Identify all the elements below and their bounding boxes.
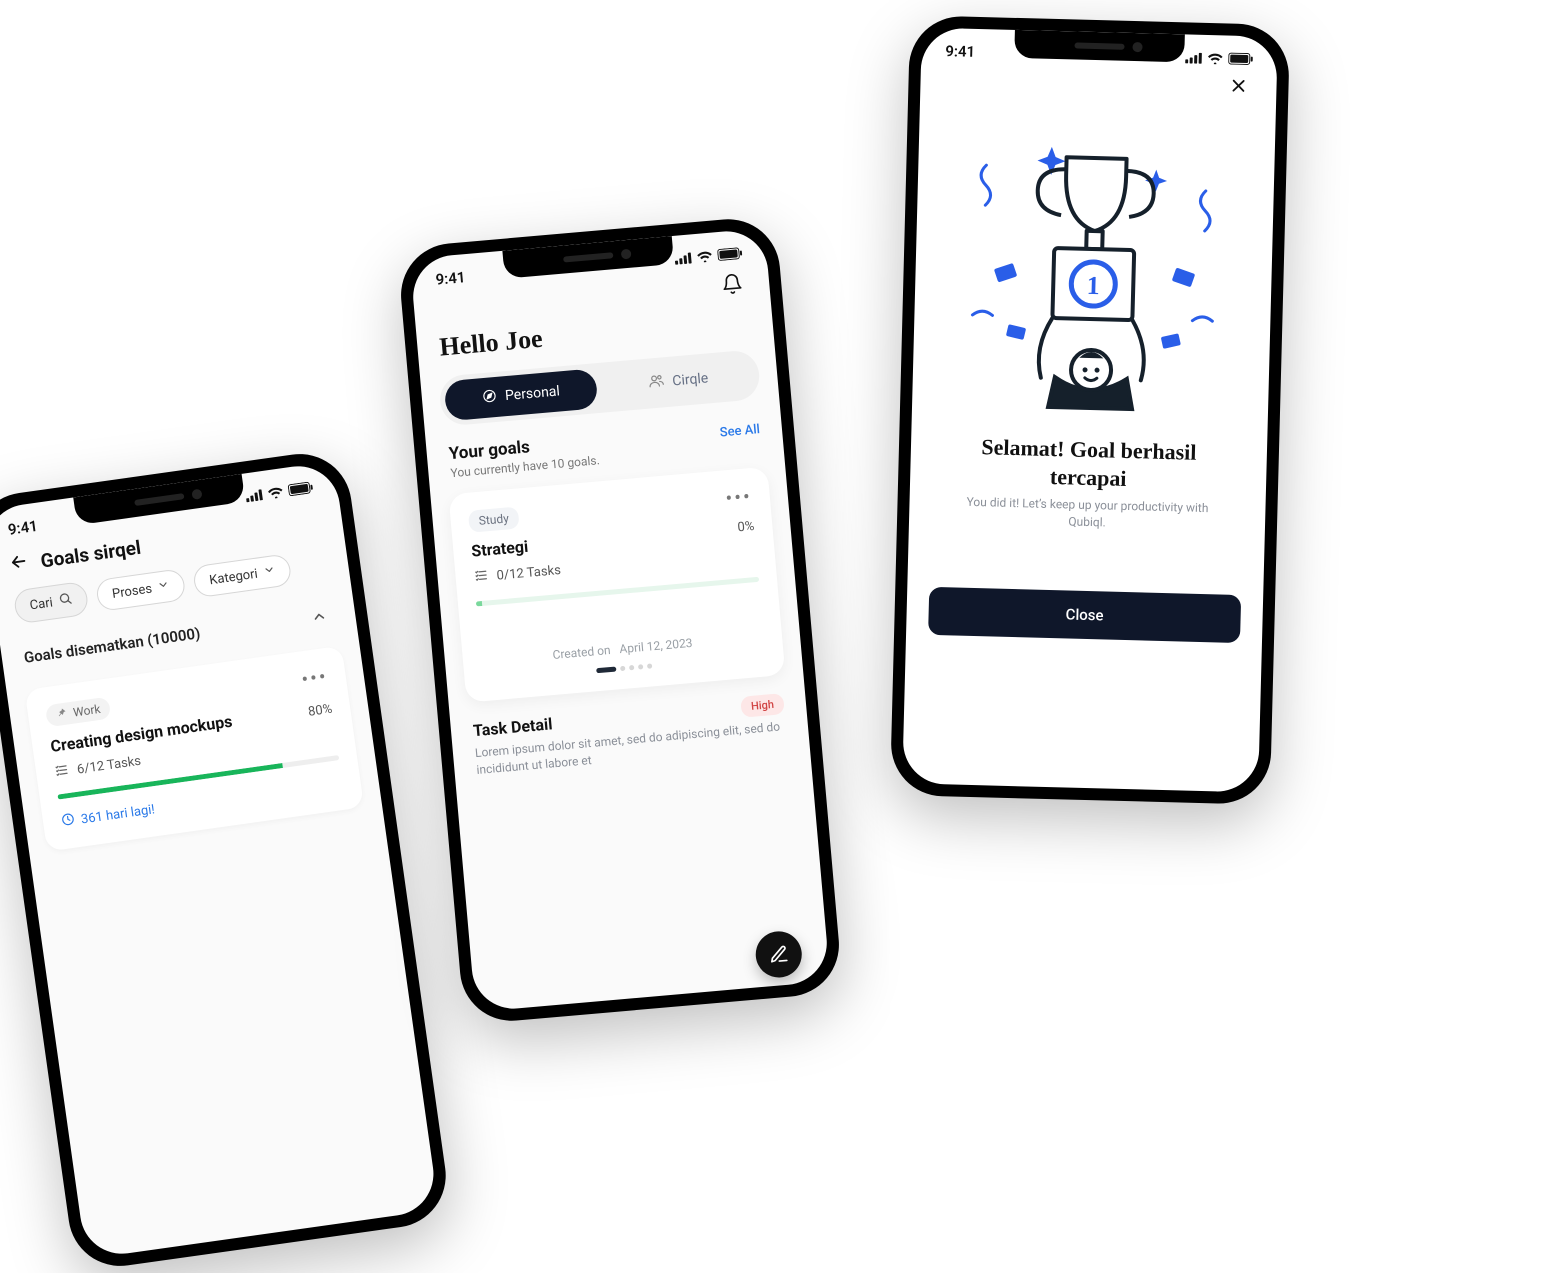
pager-dot xyxy=(620,666,625,671)
goal-tasks: 6/12 Tasks xyxy=(76,754,142,778)
goal-percent: 80% xyxy=(307,702,333,720)
battery-icon xyxy=(717,247,743,261)
wifi-icon xyxy=(1207,52,1223,63)
checklist-icon xyxy=(473,567,490,587)
chevron-down-icon xyxy=(157,578,171,596)
card-menu-button[interactable]: ••• xyxy=(300,664,329,691)
success-title: Selamat! Goal berhasil tercapai xyxy=(910,413,1268,501)
goal-title: Strategi xyxy=(471,537,529,561)
pager-dot-active xyxy=(596,667,616,674)
goal-tag: Study xyxy=(468,506,520,532)
tab-cirqle-label: Cirqle xyxy=(672,370,709,389)
notifications-button[interactable] xyxy=(720,272,748,300)
battery-icon xyxy=(1228,53,1253,66)
close-icon[interactable] xyxy=(1228,76,1255,103)
signal-icon xyxy=(245,489,263,502)
battery-icon xyxy=(288,481,314,496)
tab-personal-label: Personal xyxy=(504,383,560,404)
page-title: Goals sirqel xyxy=(39,535,142,572)
goal-tasks: 0/12 Tasks xyxy=(496,563,561,584)
phone-mock-goals-list: 9:41 Goals sirqel Cari xyxy=(0,447,452,1272)
created-label: Created on xyxy=(552,643,611,662)
pin-icon xyxy=(55,707,68,722)
signal-icon xyxy=(1185,52,1202,63)
people-icon xyxy=(648,372,666,393)
progress-fill xyxy=(476,601,482,606)
search-chip-label: Cari xyxy=(29,595,54,613)
tab-cirqle[interactable]: Cirqle xyxy=(601,354,756,407)
days-left-label: 361 hari lagi! xyxy=(80,802,156,827)
signal-icon xyxy=(674,252,692,264)
clock-icon xyxy=(60,811,76,831)
svg-text:1: 1 xyxy=(1086,271,1100,300)
trophy-illustration: 1 xyxy=(912,93,1276,422)
close-button[interactable]: Close xyxy=(928,586,1241,642)
priority-badge: High xyxy=(740,693,785,718)
filter-process-label: Proses xyxy=(111,581,153,601)
collapse-toggle[interactable] xyxy=(303,601,335,633)
phone-mock-success: 9:41 xyxy=(890,15,1290,805)
search-icon xyxy=(57,591,73,611)
notch xyxy=(1014,30,1185,62)
status-time: 9:41 xyxy=(435,268,466,289)
pager-dot xyxy=(647,663,652,668)
goal-percent: 0% xyxy=(737,519,755,535)
status-time: 9:41 xyxy=(945,42,975,61)
pager-dot xyxy=(629,665,634,670)
status-time: 9:41 xyxy=(7,517,39,539)
goal-card[interactable]: ••• Study Strategi 0% 0/12 Tasks Created… xyxy=(448,467,785,703)
goal-card[interactable]: ••• Work Creating design mockups 80% 6/1… xyxy=(25,646,365,852)
pager-dot xyxy=(638,664,643,669)
card-menu-button[interactable]: ••• xyxy=(725,484,753,510)
tab-personal[interactable]: Personal xyxy=(444,368,599,421)
wifi-icon xyxy=(696,250,713,262)
goal-tag: Work xyxy=(45,697,112,728)
goal-tag-label: Work xyxy=(72,702,101,720)
filter-category-label: Kategori xyxy=(208,566,258,588)
phone-mock-dashboard: 9:41 Hello Joe xyxy=(397,215,844,1025)
edit-fab[interactable] xyxy=(754,930,804,980)
wifi-icon xyxy=(267,486,284,499)
compass-icon xyxy=(481,387,498,407)
chevron-down-icon xyxy=(262,563,276,581)
back-icon[interactable] xyxy=(7,550,30,577)
created-date: April 12, 2023 xyxy=(619,636,693,656)
checklist-icon xyxy=(53,762,70,783)
see-all-link[interactable]: See All xyxy=(719,422,760,440)
